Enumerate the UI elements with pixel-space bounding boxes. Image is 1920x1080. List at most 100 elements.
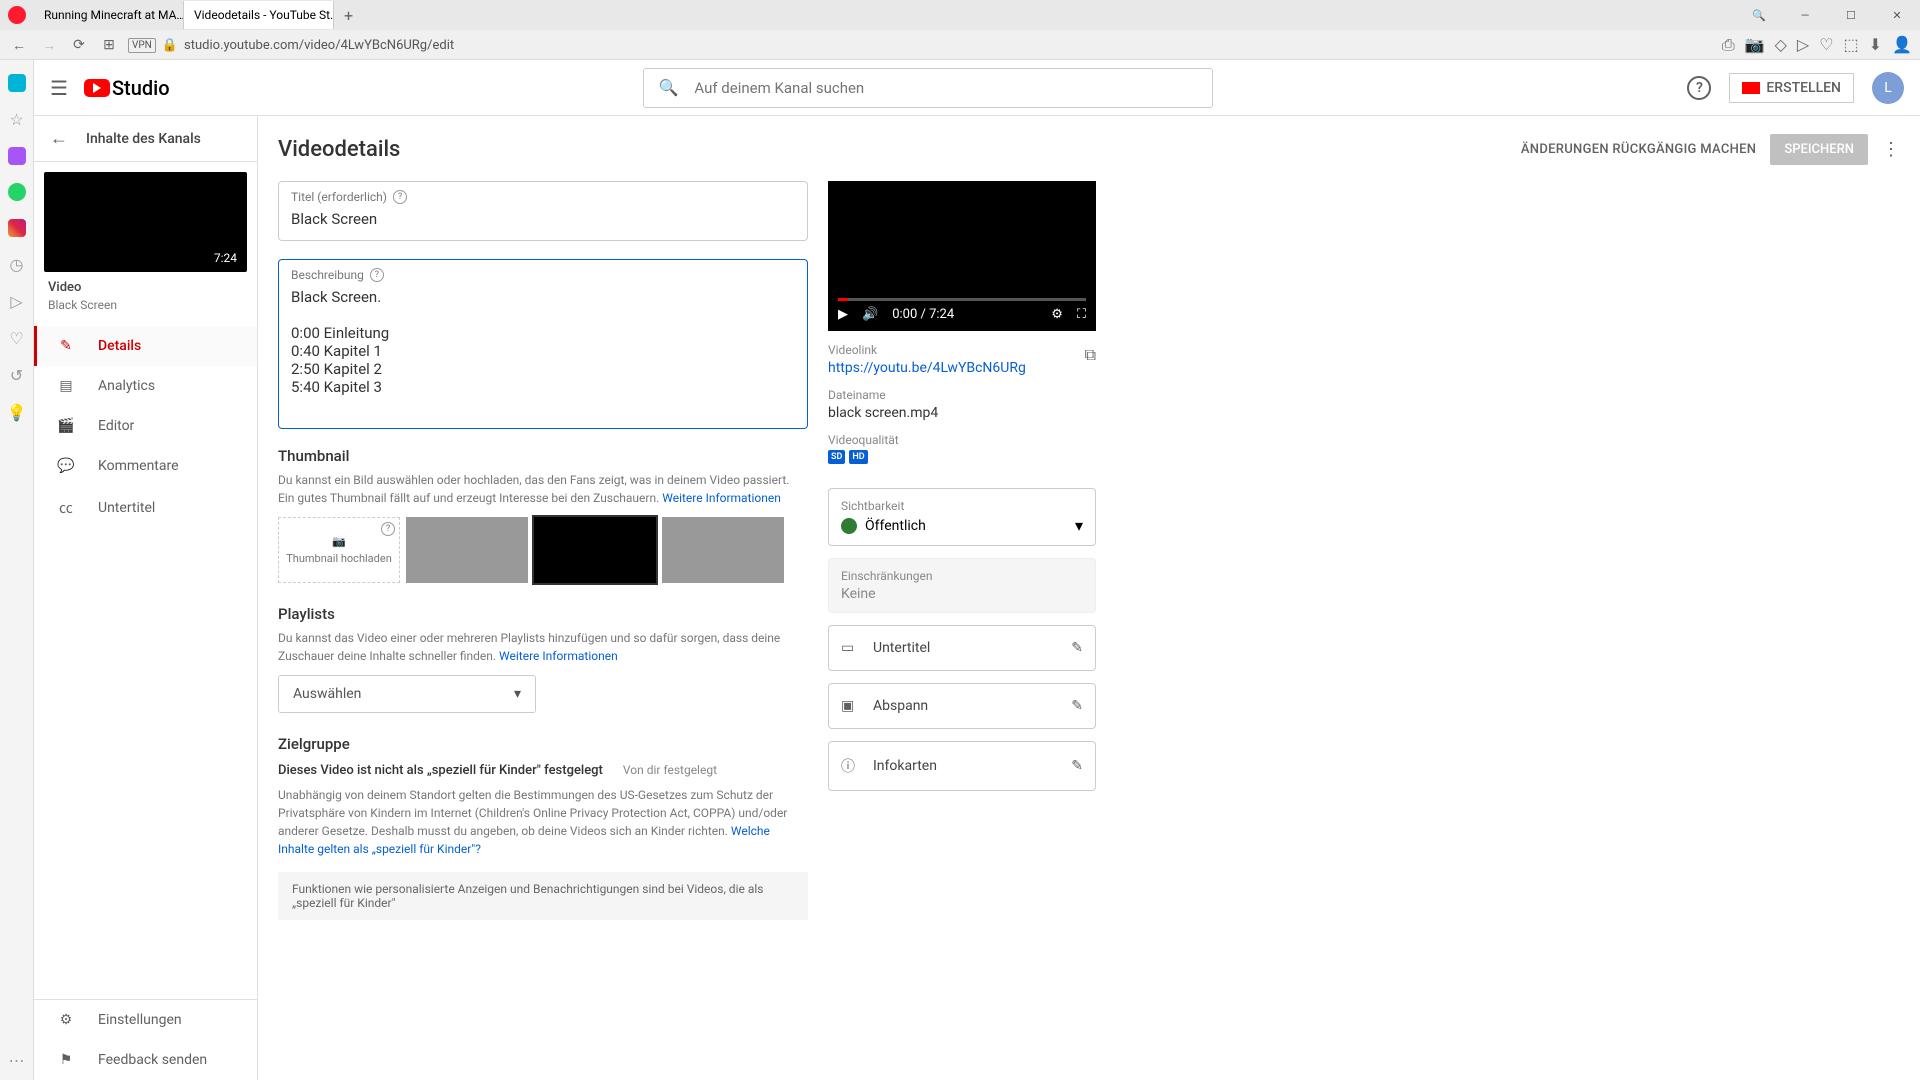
history-icon[interactable]: ↺ [10, 366, 23, 385]
youtube-icon [84, 79, 110, 97]
profile-icon[interactable]: 👤 [1892, 35, 1912, 55]
forward-button[interactable]: → [38, 34, 60, 56]
sidebar-item-comments[interactable]: 💬Kommentare [34, 446, 257, 486]
pencil-icon[interactable]: ✎ [1071, 758, 1083, 774]
more-button[interactable]: ⋮ [1882, 139, 1900, 160]
volume-button[interactable]: 🔊 [862, 307, 878, 322]
duration-badge: 7:24 [210, 250, 241, 266]
learn-more-link[interactable]: Weitere Informationen [499, 649, 618, 663]
help-icon[interactable]: ? [370, 268, 384, 282]
heart-icon[interactable]: ♡ [1819, 35, 1833, 55]
window-minimize[interactable]: — [1782, 0, 1828, 30]
videolink[interactable]: https://youtu.be/4LwYBcN6URg [828, 360, 1096, 376]
nav-label: Details [98, 338, 141, 354]
menu-button[interactable]: ☰ [50, 76, 68, 100]
browser-tab[interactable]: Running Minecraft at MA…✕ [34, 1, 184, 29]
subtitles-icon: ㏄ [56, 498, 76, 518]
undo-button[interactable]: ÄNDERUNGEN RÜCKGÄNGIG MACHEN [1521, 142, 1756, 157]
reload-button[interactable]: ⟳ [68, 34, 90, 56]
description-field[interactable]: Beschreibung? Black Screen. 0:00 Einleit… [278, 259, 808, 429]
hd-badge: HD [849, 450, 867, 464]
playlist-select[interactable]: Auswählen▾ [278, 675, 536, 713]
sidebar-item-subtitles[interactable]: ㏄ Untertitel [34, 486, 257, 530]
eye-icon [841, 518, 857, 534]
row-label: Abspann [873, 698, 928, 714]
search-browser-icon[interactable]: 🔍 [1736, 0, 1782, 30]
avatar[interactable]: L [1872, 72, 1904, 104]
sidebar: ← Inhalte des Kanals 7:24 Video Black Sc… [34, 116, 258, 1080]
restrictions-label: Einschränkungen [841, 569, 1083, 583]
restrictions-value: Keine [841, 586, 1083, 602]
fullscreen-icon[interactable]: ⛶ [1077, 307, 1086, 322]
cube-icon[interactable]: ⬚ [1844, 35, 1859, 55]
browser-tab[interactable]: Videodetails - YouTube St…✕ [184, 1, 334, 29]
thumbnail-option[interactable] [662, 517, 784, 583]
sidebar-header[interactable]: Inhalte des Kanals [86, 131, 201, 147]
endscreen-row[interactable]: ▣Abspann✎ [828, 683, 1096, 729]
back-button[interactable]: ← [8, 34, 30, 56]
search-input[interactable] [694, 79, 1198, 97]
nav-label: Untertitel [98, 500, 155, 516]
sidebar-item-settings[interactable]: ⚙Einstellungen [34, 1000, 257, 1040]
back-arrow-icon[interactable]: ← [50, 128, 68, 149]
videolink-label: Videolink [828, 343, 1096, 357]
pencil-icon[interactable]: ✎ [1071, 698, 1083, 714]
save-button[interactable]: SPEICHERN [1770, 134, 1868, 165]
visibility-card[interactable]: Sichtbarkeit Öffentlich▾ [828, 488, 1096, 546]
whatsapp-icon[interactable] [8, 183, 26, 201]
comments-icon: 💬 [56, 458, 76, 474]
help-icon[interactable]: ? [381, 522, 395, 536]
subtitles-icon: ▭ [841, 640, 861, 656]
title-field[interactable]: Titel (erforderlich)? Black Screen [278, 181, 808, 241]
download-icon[interactable]: ⬇ [1869, 35, 1882, 55]
learn-more-link[interactable]: Weitere Informationen [662, 491, 781, 505]
send-icon[interactable]: ▷ [1797, 35, 1809, 55]
sidebar-item-editor[interactable]: 🎬Editor [34, 406, 257, 446]
help-button[interactable]: ? [1687, 76, 1711, 100]
create-icon [1742, 82, 1760, 94]
studio-logo[interactable]: Studio [84, 76, 170, 100]
play-icon[interactable]: ▷ [10, 292, 22, 311]
cards-row[interactable]: ⓘInfokarten✎ [828, 741, 1096, 791]
thumbnail-option-selected[interactable] [534, 517, 656, 583]
clock-icon[interactable]: ◷ [10, 255, 24, 274]
analytics-icon: ▤ [56, 378, 76, 394]
screenshot-icon[interactable]: ⎙ [1722, 35, 1735, 55]
sidebar-item-analytics[interactable]: ▤Analytics [34, 366, 257, 406]
messenger-icon[interactable] [8, 147, 26, 165]
window-close[interactable]: ✕ [1874, 0, 1920, 30]
title-value[interactable]: Black Screen [291, 210, 795, 230]
copy-button[interactable]: ⧉ [1085, 345, 1096, 365]
star-icon[interactable]: ☆ [9, 110, 23, 129]
address-bar[interactable]: VPN 🔒 studio.youtube.com/video/4LwYBcN6U… [128, 38, 1714, 53]
speed-dial-icon[interactable]: ⊞ [98, 34, 120, 56]
description-value[interactable]: Black Screen. 0:00 Einleitung 0:40 Kapit… [291, 288, 795, 418]
instagram-icon[interactable] [8, 219, 26, 237]
settings-icon[interactable]: ⚙ [1051, 307, 1063, 322]
play-button[interactable]: ▶ [838, 307, 848, 322]
help-icon[interactable]: ? [393, 190, 407, 204]
vpn-badge[interactable]: VPN [128, 38, 156, 53]
opera-icon [8, 6, 26, 24]
heart-icon[interactable]: ♡ [9, 329, 23, 348]
more-icon[interactable]: ⋯ [9, 1051, 25, 1070]
camera-icon[interactable]: 📷 [1745, 35, 1765, 55]
video-thumbnail[interactable]: 7:24 [44, 172, 247, 272]
sidebar-item-details[interactable]: ✎Details [34, 326, 257, 366]
pencil-icon[interactable]: ✎ [1071, 640, 1083, 656]
nav-label: Feedback senden [98, 1052, 207, 1068]
search-icon: 🔍 [658, 78, 678, 97]
bulb-icon[interactable]: 💡 [7, 403, 27, 422]
sidebar-app-icon[interactable] [8, 74, 26, 92]
subtitles-row[interactable]: ▭Untertitel✎ [828, 625, 1096, 671]
sidebar-item-feedback[interactable]: ⚑Feedback senden [34, 1040, 257, 1080]
window-maximize[interactable]: ☐ [1828, 0, 1874, 30]
new-tab-button[interactable]: + [334, 6, 363, 25]
thumbnail-option[interactable] [406, 517, 528, 583]
bookmark-icon[interactable]: ◇ [1775, 35, 1787, 55]
create-button[interactable]: ERSTELLEN [1729, 73, 1854, 103]
info-icon: ⓘ [841, 756, 861, 776]
search-box[interactable]: 🔍 [643, 68, 1213, 108]
video-player[interactable]: ▶ 🔊 0:00 / 7:24 ⚙ ⛶ [828, 181, 1096, 331]
upload-thumbnail-button[interactable]: ?📷Thumbnail hochladen [278, 517, 400, 583]
